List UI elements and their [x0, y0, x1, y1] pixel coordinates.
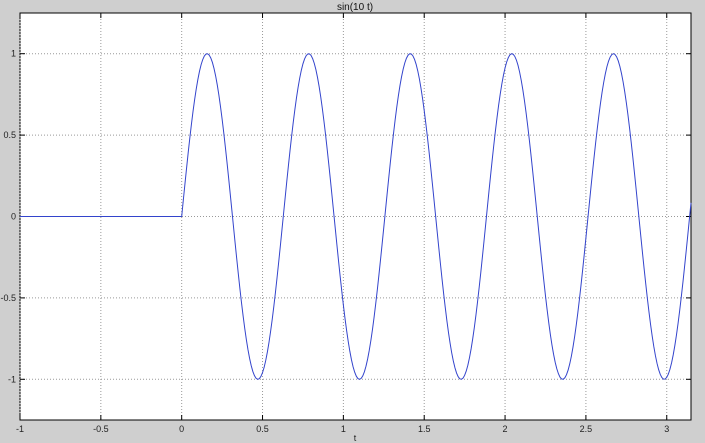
x-tick-label: 0 — [179, 424, 184, 434]
x-axis-label: t — [354, 433, 357, 443]
x-tick-label: 0.5 — [256, 424, 269, 434]
x-tick-label: -0.5 — [93, 424, 109, 434]
chart-title: sin(10 t) — [337, 2, 373, 13]
x-tick-label: -1 — [16, 424, 24, 434]
x-tick-label: 2.5 — [580, 424, 593, 434]
x-tick-label: 1 — [341, 424, 346, 434]
y-tick-label: -1 — [8, 374, 16, 384]
y-tick-label: 0.5 — [3, 130, 16, 140]
y-tick-label: -0.5 — [0, 293, 16, 303]
x-tick-label: 3 — [664, 424, 669, 434]
x-tick-label: 2 — [503, 424, 508, 434]
x-tick-label: 1.5 — [418, 424, 431, 434]
chart: -1 -0.5 0 0.5 1 1.5 2 2.5 3 1 0.5 0 -0.5 -1 sin(10 t)… — [0, 2, 692, 443]
y-tick-label: 1 — [11, 49, 16, 59]
y-tick-label: 0 — [11, 212, 16, 222]
